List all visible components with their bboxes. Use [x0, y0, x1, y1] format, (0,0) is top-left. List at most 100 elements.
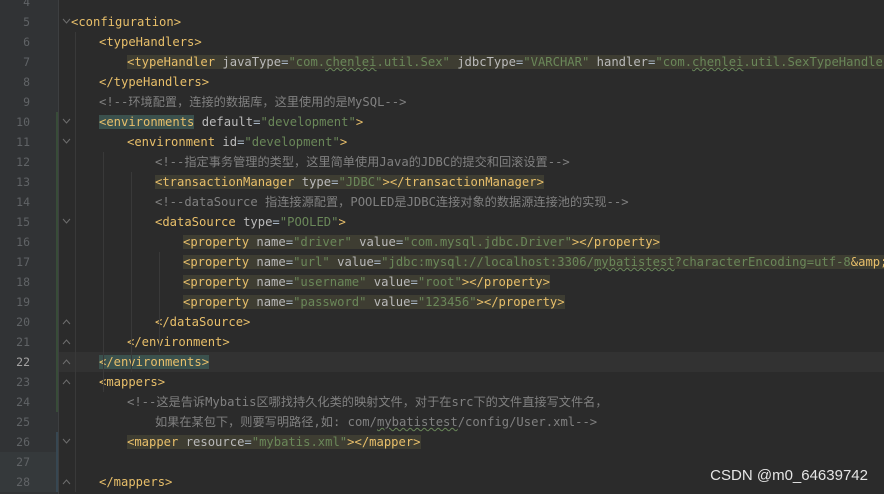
code-text[interactable]: <configuration> [71, 12, 181, 32]
code-line[interactable]: 18 <property name="username" value="root"… [0, 272, 884, 292]
xml-value: ?characterEncoding=utf-8 [674, 255, 851, 269]
code-line[interactable]: 26 <mapper resource="mybatis.xml"></mappe… [0, 432, 884, 452]
xml-value: = [244, 435, 252, 449]
code-line[interactable]: 25 如果在某包下，则要写明路径,如: com/mybatistest/confi… [0, 412, 884, 432]
code-text[interactable]: <!--环境配置，连接的数据库，这里使用的是MySQL--> [99, 92, 406, 112]
line-number: 14 [16, 195, 30, 209]
xml-value: "username" [293, 275, 367, 289]
xml-attribute: value [351, 235, 396, 249]
code-line[interactable]: 5 <configuration> [0, 12, 884, 32]
fold-close-icon[interactable] [62, 317, 71, 326]
fold-open-icon[interactable] [62, 17, 71, 26]
code-line[interactable]: 6 <typeHandlers> [0, 32, 884, 52]
code-line[interactable]: 4 [0, 0, 884, 12]
code-text[interactable]: </dataSource> [155, 312, 250, 332]
code-line[interactable]: 13 <transactionManager type="JDBC"></tran… [0, 172, 884, 192]
code-text[interactable]: <environment id="development"> [127, 132, 347, 152]
xml-attribute: name [256, 255, 286, 269]
xml-tag: <mapper [127, 435, 186, 449]
code-text[interactable]: <transactionManager type="JDBC"></transa… [155, 172, 544, 192]
xml-value: = [285, 295, 294, 309]
code-text[interactable]: <typeHandlers> [99, 32, 202, 52]
line-number: 19 [16, 295, 30, 309]
code-text[interactable]: <property name="url" value="jdbc:mysql:/… [183, 252, 884, 272]
code-line[interactable]: 11 <environment id="development"> [0, 132, 884, 152]
xml-value: "JDBC" [338, 175, 383, 189]
code-line[interactable]: 8 </typeHandlers> [0, 72, 884, 92]
code-text[interactable]: <!--这是告诉Mybatis区哪找持久化类的映射文件，对于在src下的文件直接… [127, 392, 608, 412]
code-text[interactable]: <!--指定事务管理的类型，这里简单使用Java的JDBC的提交和回滚设置--> [155, 152, 570, 172]
xml-attribute: resource [185, 435, 245, 449]
xml-tag: </dataSource> [155, 315, 251, 329]
code-line[interactable]: 22 </environments> [0, 352, 884, 372]
fold-open-icon[interactable] [62, 217, 71, 226]
xml-attribute: jdbcType [449, 55, 516, 69]
code-text[interactable]: <mapper resource="mybatis.xml"></mapper> [127, 432, 421, 452]
code-text[interactable]: <!--dataSource 指连接源配置，POOLED是JDBC连接对象的数据… [155, 192, 629, 212]
code-text[interactable]: <property name="driver" value="com.mysql… [183, 232, 660, 252]
fold-close-icon[interactable] [62, 357, 71, 366]
xml-tag: > [338, 215, 346, 229]
xml-tag: <property [183, 275, 257, 289]
xml-value: "POOLED" [279, 215, 339, 229]
code-text[interactable]: <typeHandler javaType="com.chenlei.util.… [127, 52, 884, 72]
code-line[interactable]: 9 <!--环境配置，连接的数据库，这里使用的是MySQL--> [0, 92, 884, 112]
xml-attribute: type [243, 215, 273, 229]
fold-open-icon[interactable] [62, 137, 71, 146]
code-text[interactable]: </mappers> [99, 472, 172, 492]
element-highlight: <mapper resource="mybatis.xml"></mapper> [127, 435, 421, 449]
code-text[interactable]: <property name="password" value="123456"… [183, 292, 565, 312]
vcs-change-marker[interactable] [56, 112, 58, 412]
code-line[interactable]: 7 <typeHandler javaType="com.chenlei.util… [0, 52, 884, 72]
xml-value: "development" [244, 135, 340, 149]
xml-comment: <!--环境配置，连接的数据库，这里使用的是MySQL--> [99, 95, 407, 109]
code-line[interactable]: 15 <dataSource type="POOLED"> [0, 212, 884, 232]
xml-tag: <property [183, 235, 257, 249]
xml-comment: <!--指定事务管理的类型，这里简单使用Java的JDBC的提交和回滚设置--> [155, 155, 570, 169]
code-line[interactable]: 10 <environments default="development"> [0, 112, 884, 132]
code-line[interactable]: 16 <property name="driver" value="com.mys… [0, 232, 884, 252]
code-editor[interactable]: 4 5 <configuration> 6 <typeHandlers> 7 <typeHa… [0, 0, 884, 494]
code-line[interactable]: 17 <property name="url" value="jdbc:mysql… [0, 252, 884, 272]
code-text[interactable]: </typeHandlers> [99, 72, 209, 92]
xml-tag: <property [183, 295, 257, 309]
code-text[interactable]: </environment> [127, 332, 230, 352]
line-number: 10 [16, 115, 30, 129]
fold-open-icon[interactable] [62, 117, 71, 126]
vcs-change-marker[interactable] [56, 432, 58, 492]
fold-close-icon[interactable] [62, 377, 71, 386]
fold-close-icon[interactable] [62, 337, 71, 346]
line-number: 9 [23, 95, 30, 109]
line-number: 5 [23, 15, 30, 29]
code-line[interactable]: 21 </environment> [0, 332, 884, 352]
xml-tag: <configuration> [71, 15, 182, 29]
xml-tag: <typeHandler [127, 55, 223, 69]
xml-value: mybatistest [593, 255, 675, 269]
code-text[interactable]: <environments default="development"> [99, 112, 363, 132]
code-text[interactable]: 如果在某包下，则要写明路径,如: com/mybatistest/config/… [155, 412, 597, 432]
element-highlight: <typeHandler javaType="com.chenlei.util.… [127, 55, 884, 69]
fold-close-icon[interactable] [62, 477, 71, 486]
line-number: 16 [16, 235, 30, 249]
code-line[interactable]: 19 <property name="password" value="12345… [0, 292, 884, 312]
code-text[interactable]: <dataSource type="POOLED"> [155, 212, 346, 232]
xml-tag: ></property> [461, 275, 550, 289]
xml-tag: <mappers> [99, 375, 166, 389]
xml-tag: <dataSource [155, 215, 244, 229]
code-line[interactable]: 24 <!--这是告诉Mybatis区哪找持久化类的映射文件，对于在src下的文件… [0, 392, 884, 412]
code-text[interactable]: <mappers> [99, 372, 165, 392]
code-text[interactable]: </environments> [99, 352, 210, 372]
code-text[interactable]: <property name="username" value="root"><… [183, 272, 550, 292]
xml-comment: <!--这是告诉Mybatis区哪找持久化类的映射文件，对于在src下的文件直接… [127, 395, 608, 409]
xml-value: = [272, 215, 280, 229]
code-line[interactable]: 12 <!--指定事务管理的类型，这里简单使用Java的JDBC的提交和回滚设置-… [0, 152, 884, 172]
xml-attribute: value [366, 295, 411, 309]
xml-value: = [410, 275, 418, 289]
fold-open-icon[interactable] [62, 437, 71, 446]
xml-tag: > [355, 115, 364, 129]
xml-attribute: name [256, 235, 286, 249]
code-line[interactable]: 20 </dataSource> [0, 312, 884, 332]
code-line[interactable]: 23 <mappers> [0, 372, 884, 392]
indent-guide [75, 32, 76, 492]
code-line[interactable]: 14 <!--dataSource 指连接源配置，POOLED是JDBC连接对象的… [0, 192, 884, 212]
